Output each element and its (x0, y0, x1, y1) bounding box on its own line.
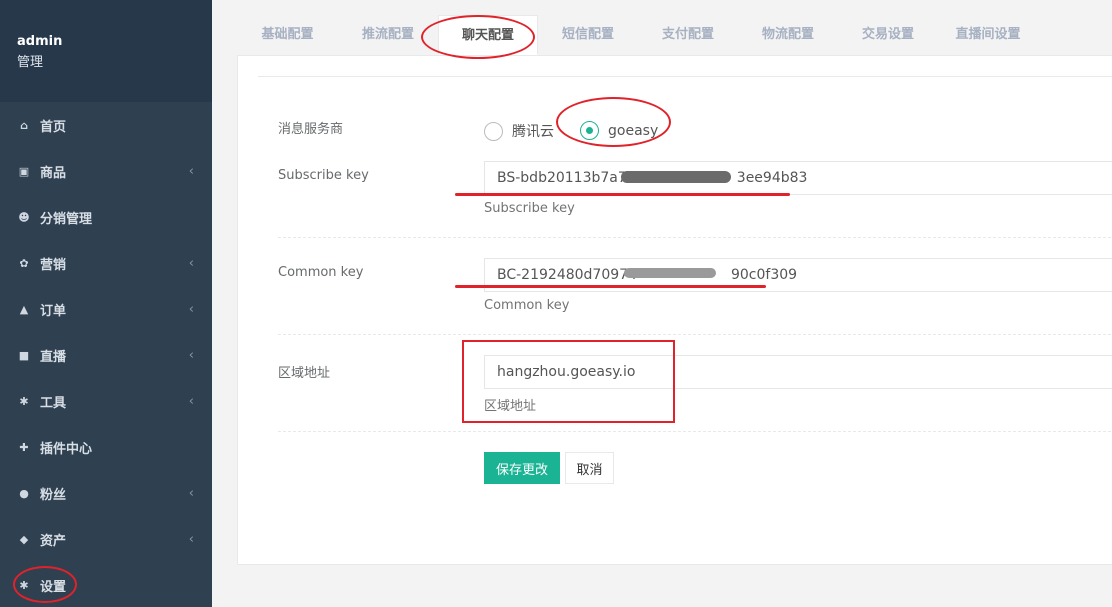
tab-live-room[interactable]: 直播间设置 (938, 15, 1038, 55)
sidebar-item-label: 分销管理 (40, 211, 93, 227)
subscribe-key-value-end: 3ee94b83 (736, 170, 808, 186)
sidebar-item[interactable]: ✿ 营销 ‹ (0, 243, 212, 283)
annotation-box (462, 340, 675, 423)
tab-trade[interactable]: 交易设置 (838, 15, 938, 55)
sidebar-item[interactable]: ▣ 商品 ‹ (0, 151, 212, 191)
video-icon: ■ (18, 348, 30, 362)
divider (278, 237, 1112, 238)
annotation-circle (556, 97, 671, 147)
annotation-circle (13, 566, 77, 603)
user-icon: ● (19, 486, 29, 500)
profile-header: admin 管理 (0, 0, 212, 102)
chevron-left-icon: ‹ (188, 531, 194, 547)
sidebar-item-label: 订单 (40, 303, 67, 319)
bag-icon: ▲ (19, 302, 29, 316)
tab-basic[interactable]: 基础配置 (237, 15, 338, 55)
radio-tencent-label: 腾讯云 (512, 124, 554, 140)
chevron-left-icon: ‹ (188, 393, 194, 409)
sidebar-item[interactable]: ▲ 订单 ‹ (0, 289, 212, 329)
chevron-left-icon: ‹ (188, 347, 194, 363)
chevron-left-icon: ‹ (188, 255, 194, 271)
sidebar-item-label: 插件中心 (40, 441, 93, 457)
home-icon: ⌂ (20, 118, 28, 132)
tab-payment[interactable]: 支付配置 (638, 15, 738, 55)
gear-icon: ✱ (19, 394, 29, 408)
subscribe-key-value: BS-bdb20113b7a7 (497, 170, 627, 186)
common-key-value: BC-2192480d70974 (497, 267, 637, 283)
sidebar-item[interactable]: ✚ 插件中心 (0, 427, 212, 467)
product-icon: ▣ (18, 164, 30, 178)
tab-sms[interactable]: 短信配置 (538, 15, 638, 55)
common-key-help: Common key (484, 298, 570, 313)
sidebar-item-label: 工具 (40, 395, 67, 411)
sidebar-item-label: 粉丝 (40, 487, 67, 503)
puzzle-icon: ✚ (19, 440, 29, 454)
sidebar-item[interactable]: ◆ 资产 ‹ (0, 519, 212, 559)
subscribe-key-label: Subscribe key (278, 168, 369, 183)
sidebar-item[interactable]: ■ 直播 ‹ (0, 335, 212, 375)
main-content: 基础配置 推流配置 聊天配置 短信配置 支付配置 物流配置 交易设置 直播间设置… (212, 0, 1112, 607)
radio-tencent[interactable]: 腾讯云 (484, 121, 554, 141)
sidebar-item-label: 首页 (40, 119, 67, 135)
sidebar-item[interactable]: ✱ 工具 ‹ (0, 381, 212, 421)
chevron-left-icon: ‹ (188, 163, 194, 179)
radio-unchecked-icon (484, 121, 503, 141)
tab-logistics[interactable]: 物流配置 (738, 15, 838, 55)
sidebar: admin 管理 ⌂ 首页 ▣ 商品 ‹ ☻ 分销管理 ✿ 营销 ‹ ▲ 订单 ‹ ■ 直播 ‹ ✱ 工具 ‹ ✚ 插件… (0, 0, 212, 607)
divider (258, 76, 1112, 77)
sidebar-item-label: 资产 (40, 533, 67, 549)
annotation-underline (455, 193, 790, 196)
user-role: 管理 (17, 55, 44, 70)
sidebar-item-label: 直播 (40, 349, 67, 365)
chevron-left-icon: ‹ (188, 301, 194, 317)
region-label: 区域地址 (278, 366, 331, 381)
sidebar-item[interactable]: ☻ 分销管理 (0, 197, 212, 237)
save-button[interactable]: 保存更改 (484, 452, 560, 484)
sidebar-item[interactable]: ● 粉丝 ‹ (0, 473, 212, 513)
divider (278, 431, 1112, 432)
chat-settings-panel: 消息服务商 腾讯云 goeasy Subscribe key BS-bdb201… (237, 55, 1112, 565)
common-key-label: Common key (278, 265, 364, 280)
chevron-left-icon: ‹ (188, 485, 194, 501)
annotation-underline (455, 285, 766, 288)
settings-tabs: 基础配置 推流配置 聊天配置 短信配置 支付配置 物流配置 交易设置 直播间设置 (237, 15, 1038, 55)
username[interactable]: admin (17, 34, 212, 49)
gift-icon: ✿ (19, 256, 29, 270)
sidebar-item[interactable]: ⌂ 首页 (0, 105, 212, 145)
divider (278, 334, 1112, 335)
annotation-circle (421, 15, 535, 59)
sidebar-item-label: 商品 (40, 165, 67, 181)
cancel-button[interactable]: 取消 (565, 452, 614, 484)
sidebar-item-label: 营销 (40, 257, 67, 273)
diamond-icon: ◆ (19, 532, 29, 546)
redaction-scribble (624, 268, 716, 278)
redaction-scribble (621, 171, 731, 183)
provider-label: 消息服务商 (278, 122, 344, 137)
subscribe-key-input[interactable]: BS-bdb20113b7a7 3ee94b83 (484, 161, 1112, 195)
subscribe-key-help: Subscribe key (484, 201, 575, 216)
common-key-value-end: 90c0f309 (730, 267, 798, 283)
users-icon: ☻ (18, 210, 30, 224)
